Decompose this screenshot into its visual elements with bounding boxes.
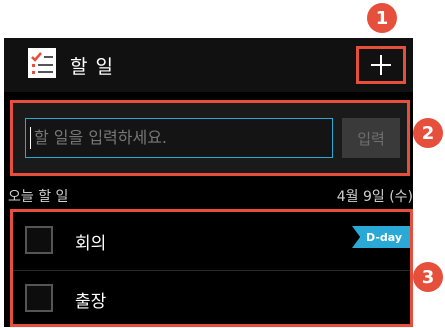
- task-input-panel: 할 일을 입력하세요. 입력: [10, 100, 410, 176]
- task-checkbox[interactable]: [25, 226, 53, 254]
- task-label: 회의: [75, 234, 107, 254]
- section-date: 4월 9일 (수): [336, 189, 413, 205]
- section-header: 오늘 할 일 4월 9일 (수): [4, 186, 413, 206]
- text-caret: [30, 127, 31, 149]
- task-input-placeholder: 할 일을 입력하세요.: [34, 128, 168, 147]
- submit-button[interactable]: 입력: [342, 118, 400, 158]
- dday-badge: D-day: [352, 226, 410, 248]
- task-list: 회의 D-day 출장: [10, 209, 413, 327]
- app-screen: 할 일 할 일을 입력하세요. 입력 오늘 할 일 4월 9일 (수) 회의 D…: [4, 38, 413, 327]
- plus-icon: [371, 55, 391, 75]
- checklist-icon: [24, 46, 60, 80]
- section-title: 오늘 할 일: [8, 189, 69, 205]
- callout-marker: 1: [367, 3, 397, 33]
- task-label: 출장: [75, 292, 107, 312]
- task-checkbox[interactable]: [25, 284, 53, 312]
- app-bar: 할 일: [4, 38, 413, 92]
- task-input[interactable]: 할 일을 입력하세요.: [25, 118, 333, 158]
- callout-marker: 2: [413, 118, 443, 148]
- callout-marker: 3: [413, 262, 443, 292]
- task-row[interactable]: 회의 D-day: [13, 214, 410, 271]
- page-title: 할 일: [70, 56, 114, 78]
- add-task-button[interactable]: [356, 46, 406, 84]
- task-row[interactable]: 출장: [13, 272, 410, 328]
